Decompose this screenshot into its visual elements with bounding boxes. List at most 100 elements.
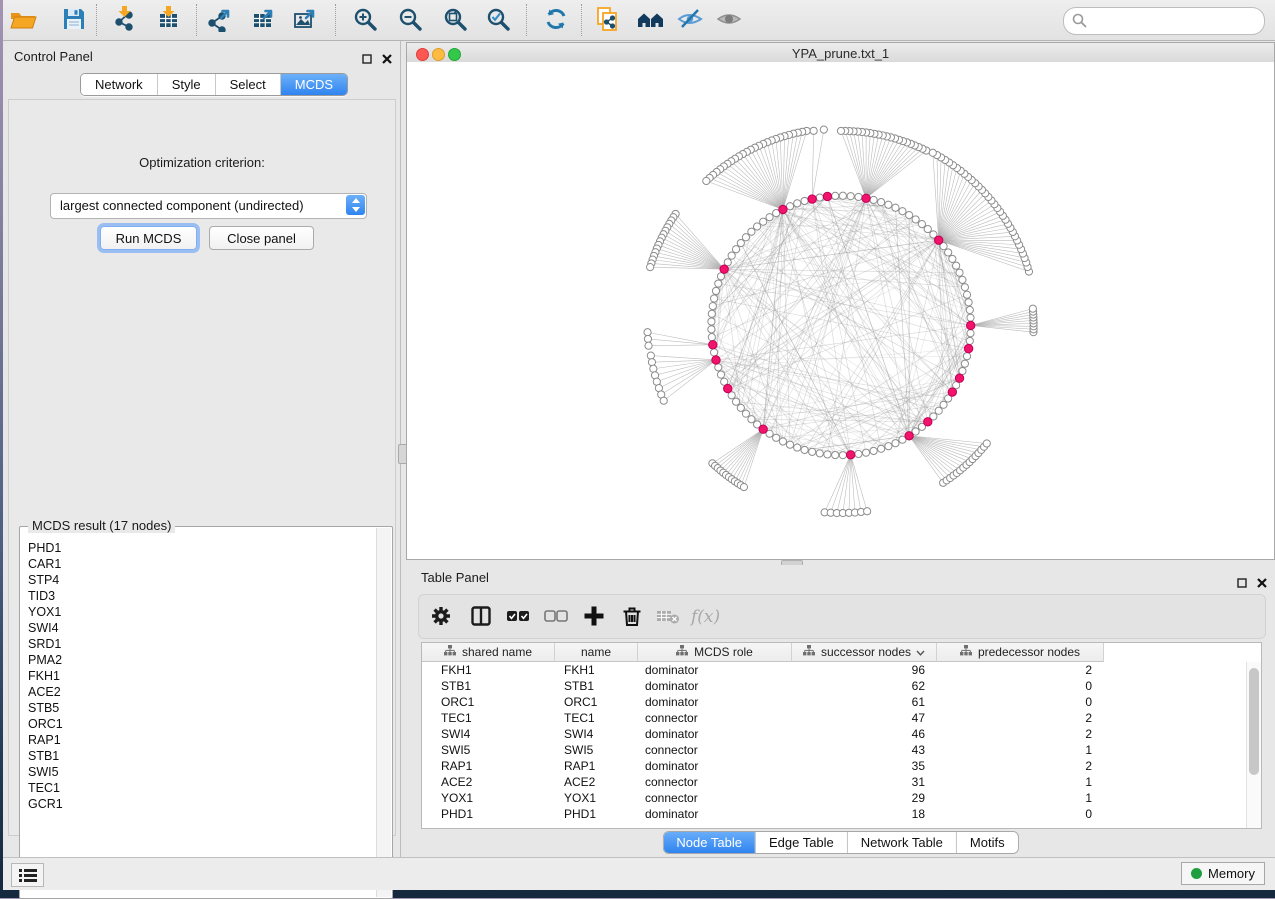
table-cell[interactable]: 2 [937, 758, 1104, 774]
mcds-result-item[interactable]: STB5 [28, 700, 376, 716]
table-cell[interactable]: STB1 [555, 678, 638, 694]
table-scrollbar-thumb[interactable] [1249, 668, 1259, 775]
network-node[interactable] [732, 246, 739, 253]
network-node[interactable] [820, 126, 827, 133]
mcds-result-item[interactable]: ACE2 [28, 684, 376, 700]
show-all-button[interactable] [712, 5, 746, 35]
zoom-out-button[interactable] [393, 5, 427, 35]
network-node[interactable] [708, 326, 715, 333]
column-header-MCDS-role[interactable]: MCDS role [638, 643, 792, 662]
export-image-button[interactable] [288, 5, 322, 35]
mcds-result-item[interactable]: CAR1 [28, 556, 376, 572]
network-node[interactable] [940, 401, 947, 408]
table-cell[interactable]: connector [638, 742, 792, 758]
zoom-fit-button[interactable] [438, 5, 472, 35]
table-cell[interactable]: SWI4 [422, 726, 555, 742]
network-node[interactable] [945, 249, 952, 256]
network-node[interactable] [742, 410, 749, 417]
network-node[interactable] [855, 450, 862, 457]
network-node[interactable] [779, 438, 786, 445]
network-node[interactable] [949, 255, 956, 262]
duplicate-network-button[interactable] [591, 5, 625, 35]
table-cell[interactable]: connector [638, 774, 792, 790]
table-cell[interactable]: 96 [792, 662, 937, 678]
mcds-node[interactable] [846, 451, 854, 459]
tab-select[interactable]: Select [215, 74, 280, 95]
table-cell[interactable]: dominator [638, 726, 792, 742]
import-network-button[interactable] [108, 5, 142, 35]
table-scrollbar[interactable] [1246, 662, 1261, 828]
table-row[interactable]: RAP1RAP1dominator352 [422, 758, 1247, 774]
mcds-node[interactable] [759, 425, 767, 433]
network-node[interactable] [870, 447, 877, 454]
network-node[interactable] [645, 342, 652, 349]
table-cell[interactable]: dominator [638, 662, 792, 678]
mcds-node[interactable] [720, 265, 728, 273]
network-node[interactable] [892, 204, 899, 211]
table-cell[interactable]: RAP1 [422, 758, 555, 774]
table-cell[interactable]: SWI5 [555, 742, 638, 758]
table-row[interactable]: SWI4SWI4dominator462 [422, 726, 1247, 742]
mcds-result-item[interactable]: STB1 [28, 748, 376, 764]
close-panel-button[interactable]: Close panel [209, 226, 314, 250]
mcds-result-item[interactable]: STP4 [28, 572, 376, 588]
network-node[interactable] [956, 269, 963, 276]
network-node[interactable] [660, 397, 667, 404]
network-node[interactable] [935, 407, 942, 414]
mcds-result-item[interactable]: TID3 [28, 588, 376, 604]
table-cell[interactable]: dominator [638, 758, 792, 774]
column-header-predecessor-nodes[interactable]: predecessor nodes [937, 643, 1104, 662]
network-node[interactable] [824, 451, 831, 458]
table-cell[interactable]: YOX1 [555, 790, 638, 806]
table-cell[interactable]: connector [638, 710, 792, 726]
network-node[interactable] [728, 252, 735, 259]
table-cell[interactable]: 31 [792, 774, 937, 790]
mcds-node[interactable] [724, 384, 732, 392]
delete-button[interactable] [618, 603, 646, 631]
table-cell[interactable]: 1 [937, 742, 1104, 758]
tab-motifs[interactable]: Motifs [956, 832, 1018, 853]
table-cell[interactable]: PHD1 [555, 806, 638, 822]
zoom-selected-button[interactable] [481, 5, 515, 35]
export-network-button[interactable] [203, 5, 237, 35]
table-row[interactable]: TEC1TEC1connector472 [422, 710, 1247, 726]
table-cell[interactable]: 1 [937, 790, 1104, 806]
network-node[interactable] [966, 306, 973, 313]
mcds-result-item[interactable]: PMA2 [28, 652, 376, 668]
column-header-name[interactable]: name [555, 643, 638, 662]
table-cell[interactable]: 29 [792, 790, 937, 806]
network-node[interactable] [740, 484, 747, 491]
network-node[interactable] [647, 352, 654, 359]
network-node[interactable] [794, 200, 801, 207]
network-node[interactable] [748, 228, 755, 235]
network-node[interactable] [885, 201, 892, 208]
mcds-node[interactable] [779, 205, 787, 213]
network-node[interactable] [754, 223, 761, 230]
network-node[interactable] [862, 449, 869, 456]
table-row[interactable]: ACE2ACE2connector311 [422, 774, 1247, 790]
column-header-shared-name[interactable]: shared name [422, 643, 555, 662]
network-node[interactable] [644, 329, 651, 336]
table-cell[interactable]: 2 [937, 662, 1104, 678]
network-node[interactable] [959, 276, 966, 283]
table-cell[interactable]: dominator [638, 678, 792, 694]
tab-edge-table[interactable]: Edge Table [755, 832, 847, 853]
column-header-successor-nodes[interactable]: successor nodes [792, 643, 937, 662]
network-node[interactable] [647, 264, 654, 271]
float-table-panel-icon[interactable] [1237, 575, 1247, 593]
table-cell[interactable]: 62 [792, 678, 937, 694]
table-cell[interactable]: ORC1 [555, 694, 638, 710]
network-node[interactable] [710, 295, 717, 302]
search-input[interactable] [1090, 9, 1259, 33]
tab-network-table[interactable]: Network Table [847, 832, 956, 853]
network-node[interactable] [961, 284, 968, 291]
mcds-node[interactable] [862, 194, 870, 202]
open-file-button[interactable] [6, 5, 40, 35]
table-row[interactable]: SWI5SWI5connector431 [422, 742, 1247, 758]
table-cell[interactable]: 1 [937, 774, 1104, 790]
network-node[interactable] [837, 127, 844, 134]
network-node[interactable] [892, 440, 899, 447]
network-node[interactable] [839, 192, 846, 199]
mcds-list-scrollbar[interactable] [376, 528, 391, 897]
mcds-result-item[interactable]: ORC1 [28, 716, 376, 732]
